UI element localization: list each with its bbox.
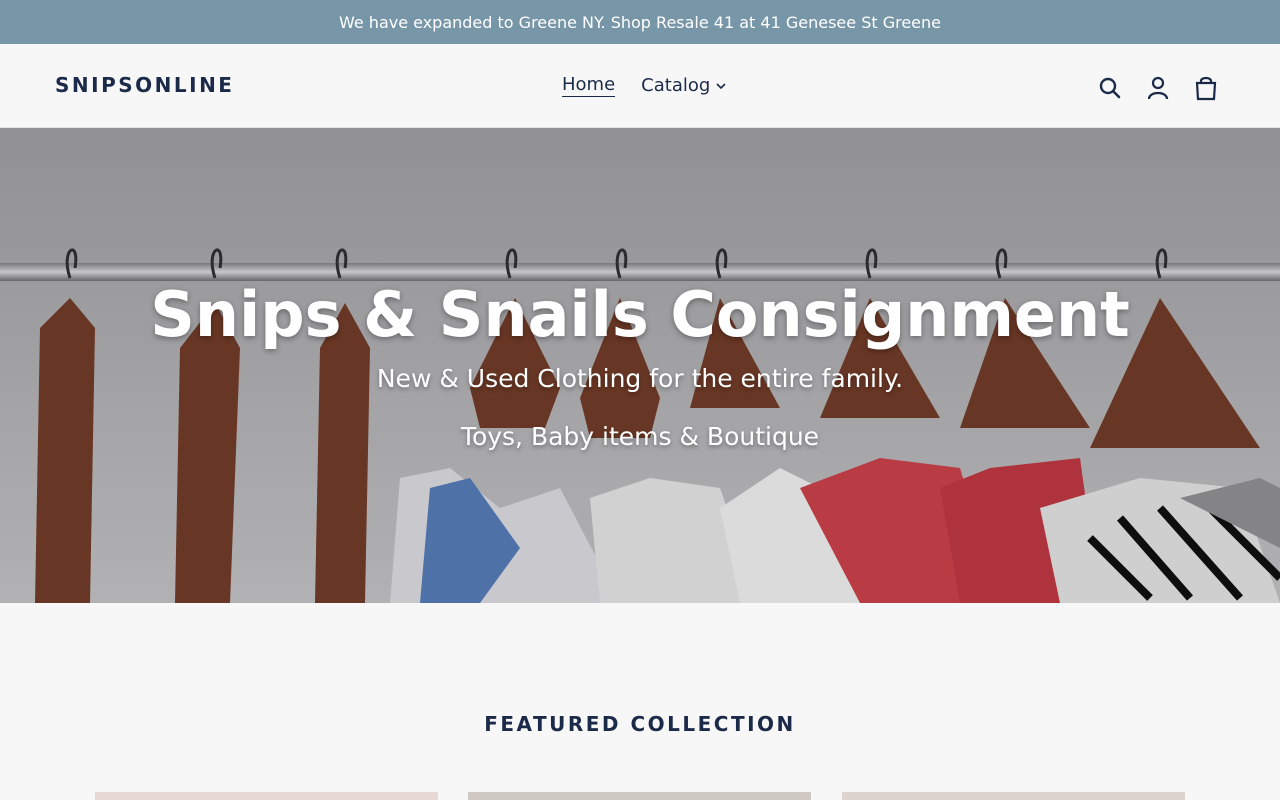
nav-catalog-dropdown[interactable]: Catalog: [641, 74, 726, 97]
announcement-text[interactable]: We have expanded to Greene NY. Shop Resa…: [339, 13, 941, 32]
product-card[interactable]: [468, 792, 811, 800]
header-icons: [1096, 74, 1220, 102]
featured-collection-title: FEATURED COLLECTION: [484, 712, 796, 736]
nav-home-link[interactable]: Home: [562, 74, 616, 97]
hero-banner: Snips & Snails Consignment New & Used Cl…: [0, 128, 1280, 603]
search-icon[interactable]: [1096, 74, 1124, 102]
account-icon[interactable]: [1144, 74, 1172, 102]
hero-subtitle-clothing: New & Used Clothing for the entire famil…: [376, 364, 904, 393]
main-nav: Home Catalog: [562, 74, 726, 97]
chevron-down-icon: [716, 82, 726, 89]
site-logo[interactable]: SNIPSONLINE: [55, 73, 234, 97]
hero-subtitle-toys: Toys, Baby items & Boutique: [460, 422, 820, 451]
site-header: SNIPSONLINE Home Catalog: [0, 44, 1280, 128]
product-card[interactable]: [95, 792, 438, 800]
product-card[interactable]: [842, 792, 1185, 800]
hero-title: Snips & Snails Consignment: [150, 278, 1130, 351]
nav-catalog-label: Catalog: [641, 75, 711, 96]
cart-icon[interactable]: [1192, 74, 1220, 102]
announcement-bar[interactable]: We have expanded to Greene NY. Shop Resa…: [0, 0, 1280, 44]
